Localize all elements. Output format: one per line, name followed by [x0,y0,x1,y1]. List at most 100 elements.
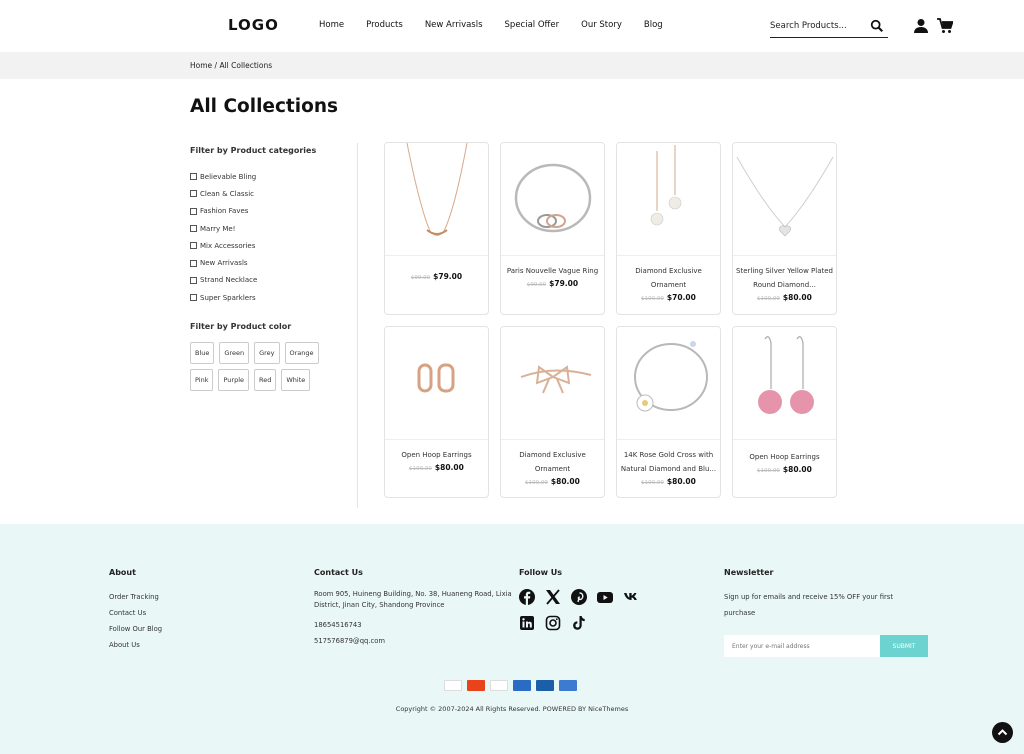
checkbox[interactable] [190,294,197,302]
product-image[interactable] [617,327,720,440]
nav-new-arrivals[interactable]: New Arrivasls [425,20,483,30]
product-image[interactable] [733,327,836,440]
checkbox[interactable] [190,242,197,250]
color-chip[interactable]: Blue [190,342,215,365]
product-card[interactable]: Diamond Exclusive Ornament $100.00 $80.00 [500,326,605,498]
product-card[interactable]: Open Hoop Earrings $100.00 $80.00 [732,326,837,498]
color-chip[interactable]: Green [219,342,250,365]
product-name[interactable]: Paris Nouvelle Vague Ring [501,264,604,278]
logo[interactable]: LOGO [228,16,279,34]
checkbox[interactable] [190,276,197,284]
product-price: $100.00 $70.00 [617,293,720,302]
search-icon[interactable] [870,19,884,33]
color-chip[interactable]: Grey [254,342,280,365]
product-card[interactable]: Diamond Exclusive Ornament $100.00 $70.00 [616,142,721,315]
youtube-icon[interactable] [597,589,613,605]
category-option[interactable]: Super Sparklers [190,289,330,306]
pink-ball-earrings-image [758,336,814,414]
category-option[interactable]: Believable Bling [190,168,330,185]
checkbox[interactable] [190,207,197,215]
newsletter-text: Sign up for emails and receive 15% OFF y… [724,593,893,617]
checkbox[interactable] [190,173,197,181]
search-placeholder: Search Products... [770,21,847,31]
silver-bracelet-image [514,163,592,233]
chevron-up-icon [997,729,1008,736]
category-option[interactable]: Clean & Classic [190,185,330,202]
color-chip[interactable]: Purple [218,369,249,392]
product-image[interactable] [501,143,604,256]
product-info: Paris Nouvelle Vague Ring $99.00 $79.00 [501,256,604,288]
instagram-icon[interactable] [545,615,561,631]
color-chip[interactable]: Pink [190,369,214,392]
newsletter-submit-button[interactable]: SUBMIT [880,635,928,657]
product-name[interactable]: Diamond Exclusive Ornament [501,448,604,476]
footer-email[interactable]: 517576879@qq.com [314,633,512,649]
category-option[interactable]: New Arrivasls [190,254,330,271]
product-card[interactable]: 14K Rose Gold Cross with Natural Diamond… [616,326,721,498]
category-option[interactable]: Strand Necklace [190,272,330,289]
nav-our-story[interactable]: Our Story [581,20,622,30]
breadcrumb-bar: Home / All Collections [0,52,1024,79]
newsletter-email-input[interactable] [724,635,880,657]
filter-sidebar: Filter by Product categories Believable … [190,146,330,392]
footer-contact: Contact Us Room 905, Huineng Building, N… [314,568,512,649]
product-card[interactable]: Sterling Silver Yellow Plated Round Diam… [732,142,837,315]
product-image[interactable] [617,143,720,256]
back-to-top-button[interactable] [992,722,1013,743]
category-option[interactable]: Mix Accessories [190,237,330,254]
nav-home[interactable]: Home [319,20,344,30]
product-name[interactable]: Open Hoop Earrings [733,450,836,464]
category-option[interactable]: Marry Me! [190,220,330,237]
footer-phone[interactable]: 18654516743 [314,617,512,633]
x-icon[interactable] [545,589,561,605]
copyright: Copyright © 2007-2024 All Rights Reserve… [395,705,629,713]
footer-link-contact-us[interactable]: Contact Us [109,605,162,621]
product-name[interactable]: Open Hoop Earrings [385,448,488,462]
color-chip[interactable]: Orange [284,342,319,365]
product-price: $100.00 $80.00 [733,293,836,302]
maestro-icon [559,680,577,691]
footer-link-follow-blog[interactable]: Follow Our Blog [109,621,162,637]
product-name[interactable]: Sterling Silver Yellow Plated Round Diam… [733,264,836,292]
user-icon[interactable] [913,18,929,34]
footer-link-about-us[interactable]: About Us [109,637,162,653]
category-label: Fashion Faves [200,207,249,216]
product-info: Open Hoop Earrings $100.00 $80.00 [733,440,836,474]
color-chip-list: Blue Green Grey Orange Pink Purple Red W… [190,342,340,392]
pinterest-icon[interactable] [571,589,587,605]
checkbox[interactable] [190,225,197,233]
product-card[interactable]: Paris Nouvelle Vague Ring $99.00 $79.00 [500,142,605,315]
product-info: Open Hoop Earrings $100.00 $80.00 [385,440,488,472]
footer-newsletter: Newsletter Sign up for emails and receiv… [724,568,928,657]
nav-blog[interactable]: Blog [644,20,663,30]
facebook-icon[interactable] [519,589,535,605]
checkbox[interactable] [190,190,197,198]
nav-products[interactable]: Products [366,20,403,30]
product-card[interactable]: $99.00 $79.00 [384,142,489,315]
search-input[interactable]: Search Products... [770,16,888,38]
nav-special-offer[interactable]: Special Offer [505,20,560,30]
product-image[interactable] [385,143,488,256]
product-image[interactable] [501,327,604,440]
product-price: $100.00 $80.00 [617,477,720,486]
product-card[interactable]: Open Hoop Earrings $100.00 $80.00 [384,326,489,498]
product-image[interactable] [385,327,488,440]
category-list: Believable Bling Clean & Classic Fashion… [190,168,330,306]
vk-icon[interactable] [623,589,639,605]
breadcrumb[interactable]: Home / All Collections [190,61,272,70]
product-image[interactable] [733,143,836,256]
old-price: $100.00 [641,480,664,486]
sale-price: $80.00 [550,477,580,486]
sale-price: $70.00 [666,293,696,302]
tiktok-icon[interactable] [571,615,587,631]
footer-link-order-tracking[interactable]: Order Tracking [109,589,162,605]
checkbox[interactable] [190,259,197,267]
cart-icon[interactable] [937,18,953,34]
color-chip[interactable]: White [281,369,311,392]
old-price: $100.00 [409,466,432,472]
product-name[interactable]: 14K Rose Gold Cross with Natural Diamond… [617,448,720,476]
linkedin-icon[interactable] [519,615,535,631]
color-chip[interactable]: Red [254,369,277,392]
product-name[interactable]: Diamond Exclusive Ornament [617,264,720,292]
category-option[interactable]: Fashion Faves [190,203,330,220]
